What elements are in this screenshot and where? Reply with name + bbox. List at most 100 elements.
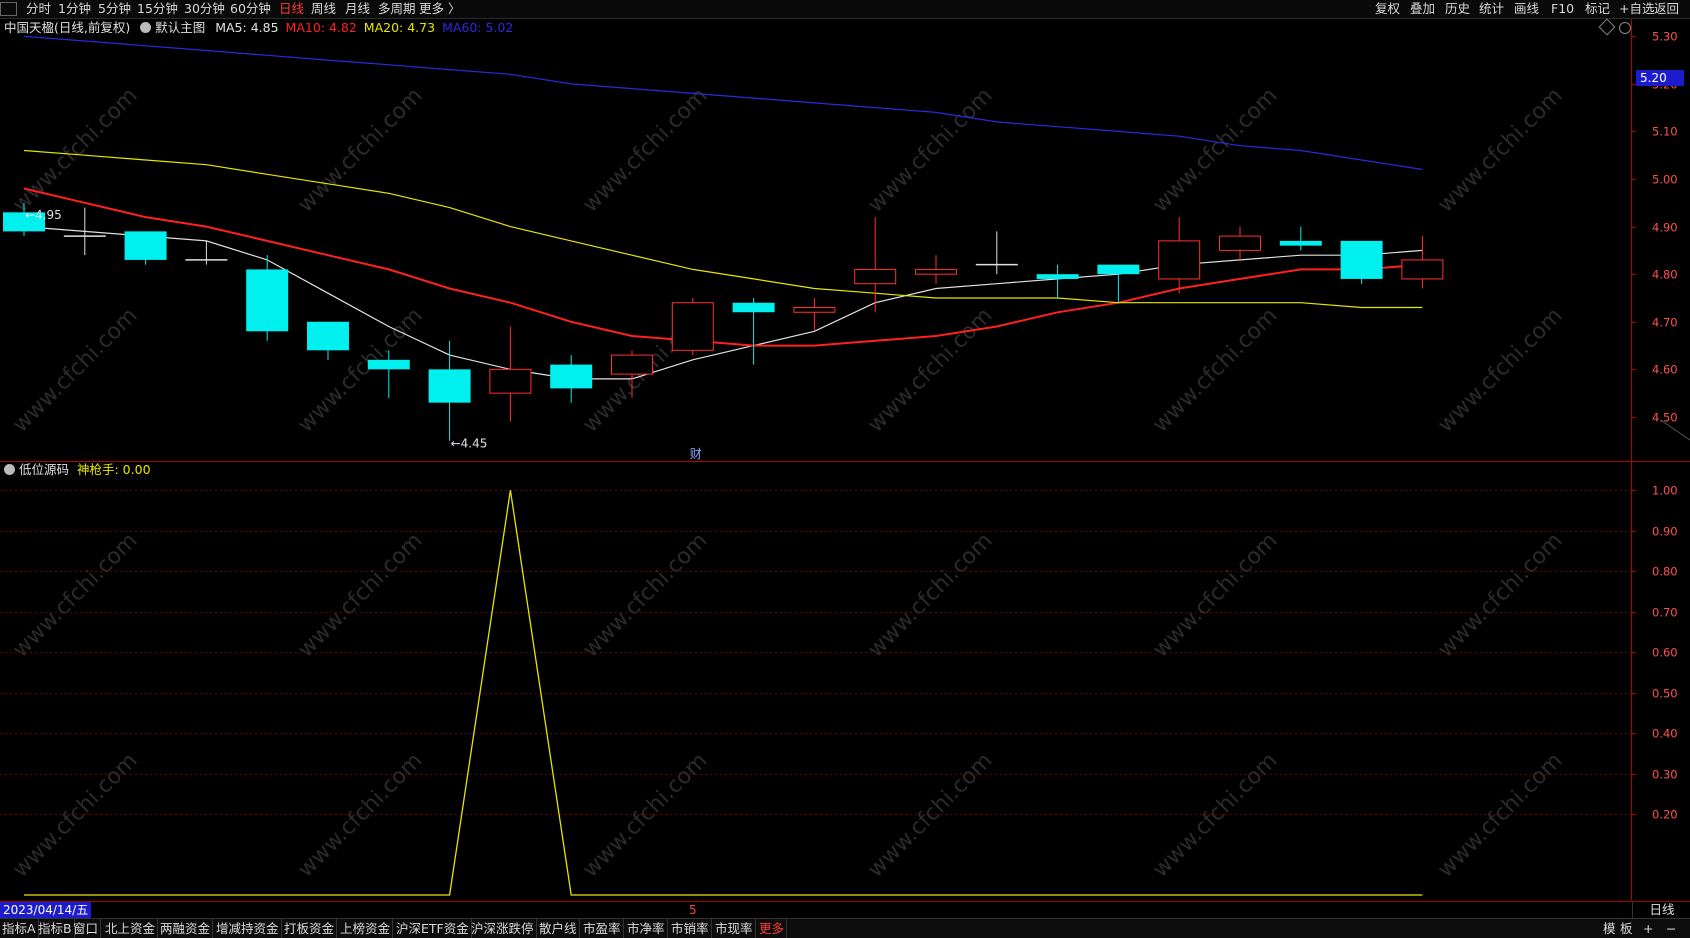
price-axis-label: 5.30 — [1652, 30, 1678, 44]
candlesticks[interactable] — [3, 203, 1443, 441]
watermark-text: www.cfchi.com — [863, 528, 997, 662]
candle[interactable] — [490, 327, 531, 422]
panel-control[interactable]: 板 — [1618, 919, 1635, 938]
candle-body — [429, 369, 471, 402]
candle[interactable] — [185, 241, 227, 265]
indicator-name[interactable]: 低位源码 — [19, 462, 69, 477]
candle-body — [612, 355, 653, 374]
candle-body — [550, 365, 592, 389]
candle-body — [1037, 274, 1079, 279]
indicator-info: 低位源码 神枪手: 0.00 — [4, 461, 151, 479]
candle-body — [855, 269, 896, 283]
watermark-text: www.cfchi.com — [1433, 303, 1567, 437]
candle[interactable] — [733, 298, 775, 365]
chart-canvas[interactable]: www.cfchi.com www.cfchi.com www.cfchi.com w… — [0, 0, 1690, 937]
candle[interactable] — [1037, 265, 1079, 298]
candle[interactable] — [855, 217, 896, 312]
price-axis-label: 4.80 — [1652, 268, 1678, 282]
moving-average-lines — [24, 36, 1422, 379]
candle-body — [672, 303, 713, 351]
candle[interactable] — [64, 208, 106, 256]
watermark-text: www.cfchi.com — [578, 528, 712, 662]
candle[interactable] — [1402, 236, 1443, 288]
indicator-grid — [0, 491, 1631, 815]
indicator-axis-label: 0.50 — [1652, 687, 1678, 701]
indicator-tab[interactable]: 市盈率 — [581, 919, 624, 938]
ma10-line — [24, 189, 1422, 346]
price-axis: 5.305.205.105.004.904.804.704.604.50 — [1632, 30, 1678, 425]
candle-body — [1097, 265, 1139, 275]
indicator-axis-label: 0.60 — [1652, 646, 1678, 660]
cursor-date: 2023/04/14/五 — [0, 902, 91, 918]
indicator-tab[interactable]: 指标A — [0, 919, 39, 938]
candle-body — [1341, 241, 1383, 279]
indicator-tab[interactable]: 北上资金 — [103, 919, 158, 938]
candle[interactable] — [672, 298, 713, 355]
indicator-axis-label: 0.90 — [1652, 525, 1678, 539]
candle[interactable] — [307, 322, 349, 360]
price-axis-label: 5.10 — [1652, 125, 1678, 139]
indicator-tab[interactable]: 打板资金 — [282, 919, 337, 938]
panel-control[interactable]: − — [1664, 919, 1678, 938]
candle-body — [1402, 260, 1443, 279]
indicator-axis-label: 0.70 — [1652, 606, 1678, 620]
candle[interactable] — [1280, 227, 1322, 251]
indicator-tab[interactable]: 窗口 — [71, 919, 101, 938]
watermark-text: www.cfchi.com — [1433, 748, 1567, 882]
candle[interactable] — [1097, 265, 1139, 303]
indicator-axis-label: 0.40 — [1652, 727, 1678, 741]
candle[interactable] — [1159, 217, 1200, 293]
indicator-tab[interactable]: 增减持资金 — [214, 919, 282, 938]
indicator-tab[interactable]: 散户线 — [537, 919, 580, 938]
indicator-tab[interactable]: 上榜资金 — [338, 919, 393, 938]
candle-body — [246, 269, 288, 331]
indicator-value: 神枪手: 0.00 — [77, 462, 151, 477]
price-axis-label: 4.50 — [1652, 411, 1678, 425]
price-axis-label: 4.90 — [1652, 221, 1678, 235]
watermark-text: www.cfchi.com — [863, 748, 997, 882]
candle[interactable] — [429, 341, 471, 441]
indicator-tab[interactable]: 更多 — [757, 919, 787, 938]
watermark-layer: www.cfchi.com www.cfchi.com www.cfchi.com w… — [8, 83, 1567, 882]
panel-control[interactable]: + — [1641, 919, 1655, 938]
watermark-text: www.cfchi.com — [1148, 83, 1282, 217]
month-mark: 5 — [689, 902, 697, 918]
candle[interactable] — [1220, 227, 1261, 260]
price-axis-label: 5.00 — [1652, 173, 1678, 187]
indicator-axis: 1.000.900.800.700.600.500.400.300.20 — [1632, 484, 1678, 822]
watermark-text: www.cfchi.com — [293, 528, 427, 662]
indicator-tab[interactable]: 市净率 — [625, 919, 668, 938]
indicator-tab[interactable]: 沪深涨跌停 — [469, 919, 537, 938]
indicator-tab[interactable]: 市销率 — [669, 919, 712, 938]
indicator-tab[interactable]: 沪深ETF资金 — [394, 919, 472, 938]
watermark-text: www.cfchi.com — [1148, 528, 1282, 662]
watermark-text: www.cfchi.com — [863, 303, 997, 437]
watermark-text: www.cfchi.com — [1148, 748, 1282, 882]
indicator-menu-icon[interactable] — [4, 464, 15, 475]
price-axis-label: 4.70 — [1652, 316, 1678, 330]
finance-report-marker[interactable]: 财 — [690, 447, 702, 461]
watermark-text: www.cfchi.com — [1148, 303, 1282, 437]
watermark-text: www.cfchi.com — [8, 303, 142, 437]
date-bar: 2023/04/14/五 5 日线 — [0, 901, 1690, 918]
candle[interactable] — [550, 355, 592, 403]
indicator-tab[interactable]: 两融资金 — [158, 919, 213, 938]
candle[interactable] — [1341, 241, 1383, 284]
panel-control[interactable]: 模 — [1601, 919, 1618, 938]
candle-body — [1220, 236, 1261, 250]
indicator-tab[interactable]: 指标B — [36, 919, 75, 938]
watermark-text: www.cfchi.com — [8, 528, 142, 662]
watermark-text: www.cfchi.com — [578, 748, 712, 882]
candle-body — [794, 307, 835, 312]
watermark-text: www.cfchi.com — [1433, 528, 1567, 662]
candle-body — [1159, 241, 1200, 279]
period-label[interactable]: 日线 — [1632, 902, 1690, 918]
candle[interactable] — [125, 231, 167, 264]
candle[interactable] — [794, 298, 835, 331]
indicator-axis-label: 0.30 — [1652, 768, 1678, 782]
candle[interactable] — [976, 231, 1018, 274]
indicator-toolbar: 指标A指标B窗口北上资金两融资金增减持资金打板资金上榜资金沪深ETF资金沪深涨跌… — [0, 918, 1690, 938]
candle-body — [490, 369, 531, 393]
indicator-tab[interactable]: 市现率 — [713, 919, 756, 938]
candle[interactable] — [916, 255, 957, 284]
